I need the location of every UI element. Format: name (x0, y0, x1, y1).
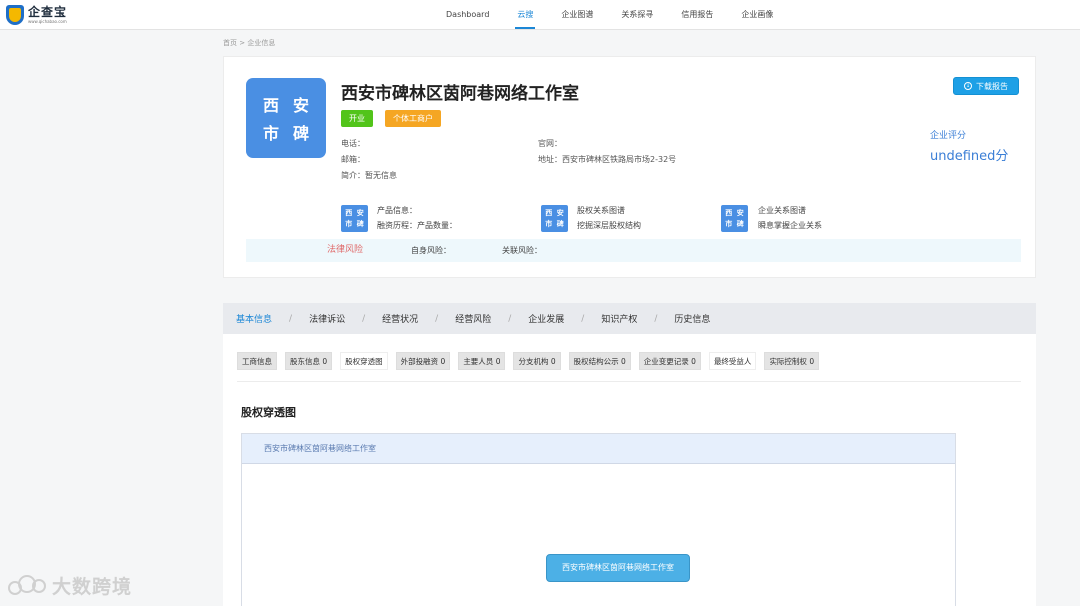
nav-cloud-search[interactable]: 云搜 (503, 0, 547, 30)
breadcrumb-home[interactable]: 首页 (223, 39, 237, 47)
equity-graph-avatar: 西安 市碑 (541, 205, 568, 232)
intro-value: 暂无信息 (365, 171, 397, 180)
nav-enterprise-profile[interactable]: 企业画像 (727, 0, 787, 30)
subtab-investments[interactable]: 外部投融资 0 (395, 352, 451, 370)
shield-logo-icon (6, 5, 24, 25)
contact-info: 电话： 邮箱： 简介：暂无信息 (341, 136, 397, 184)
diagram-header: 西安市碑林区茵阿巷网络工作室 (242, 434, 955, 464)
main-nav: Dashboard 云搜 企业图谱 关系探寻 信用报告 企业画像 (432, 0, 787, 30)
tab-development[interactable]: 企业发展 (528, 312, 564, 325)
divider (237, 381, 1021, 382)
section-title: 股权穿透图 (241, 406, 296, 419)
tab-basic-info[interactable]: 基本信息 (236, 312, 272, 325)
nav-relation-explore[interactable]: 关系探寻 (607, 0, 667, 30)
tab-operation-status[interactable]: 经营状况 (382, 312, 418, 325)
self-risk[interactable]: 自身风险： (411, 239, 451, 262)
subtab-change-records[interactable]: 企业变更记录 0 (638, 352, 701, 370)
subtab-key-personnel[interactable]: 主要人员 0 (458, 352, 506, 370)
type-badge: 个体工商户 (385, 110, 441, 127)
subtab-actual-control[interactable]: 实际控制权 0 (764, 352, 820, 370)
subtab-equity-structure[interactable]: 股权结构公示 0 (568, 352, 631, 370)
status-badge: 开业 (341, 110, 373, 127)
tab-history[interactable]: 历史信息 (674, 312, 710, 325)
web-info: 官网： 地址：西安市碑林区铁路局市场2-32号 (538, 136, 676, 168)
legal-risk-link[interactable]: 法律风险 (327, 239, 363, 262)
company-name: 西安市碑林区茵阿巷网络工作室 (341, 84, 579, 104)
top-navbar: 企查宝 www.qichabao.com Dashboard 云搜 企业图谱 关… (0, 0, 1080, 30)
subtab-equity-penetration[interactable]: 股权穿透图 (340, 352, 388, 370)
phone-label: 电话： (341, 139, 365, 148)
logo-name: 企查宝 (28, 5, 68, 19)
company-card: 西安 市碑 西安市碑林区茵阿巷网络工作室 开业 个体工商户 电话： 邮箱： 简介… (223, 56, 1036, 278)
relation-graph-avatar: 西安 市碑 (721, 205, 748, 232)
detail-section: 基本信息 / 法律诉讼 / 经营状况 / 经营风险 / 企业发展 / 知识产权 … (223, 303, 1036, 606)
nav-credit-report[interactable]: 信用报告 (667, 0, 727, 30)
logo[interactable]: 企查宝 www.qichabao.com (6, 5, 67, 25)
score-label: 企业评分 (930, 131, 967, 141)
tab-litigation[interactable]: 法律诉讼 (309, 312, 345, 325)
diagram-company-node[interactable]: 西安市碑林区茵阿巷网络工作室 (546, 554, 690, 582)
logo-url: www.qichabao.com (28, 19, 67, 24)
email-label: 邮箱： (341, 155, 365, 164)
relation-graph-card[interactable]: 企业关系图谱 瞬息掌握企业关系 (758, 203, 822, 233)
subtab-beneficiary[interactable]: 最终受益人 (708, 352, 757, 370)
watermark-logo-icon (8, 574, 48, 597)
product-card-avatar: 西安 市碑 (341, 205, 368, 232)
nav-dashboard[interactable]: Dashboard (432, 0, 503, 30)
watermark-text: 大数跨境 (52, 576, 133, 598)
subtab-shareholders[interactable]: 股东信息 0 (285, 352, 333, 370)
sub-tabs: 工商信息 股东信息 0 股权穿透图 外部投融资 0 主要人员 0 分支机构 0 … (237, 352, 820, 370)
download-report-button[interactable]: ↓ 下载报告 (953, 77, 1019, 95)
tab-ip[interactable]: 知识产权 (601, 312, 637, 325)
breadcrumb: 首页 > 企业信息 (223, 38, 275, 48)
main-tabs: 基本信息 / 法律诉讼 / 经营状况 / 经营风险 / 企业发展 / 知识产权 … (223, 303, 1036, 334)
address-value: 西安市碑林区铁路局市场2-32号 (562, 155, 677, 164)
company-avatar: 西安 市碑 (246, 78, 326, 158)
breadcrumb-separator: > (239, 39, 246, 47)
download-icon: ↓ (964, 82, 972, 90)
score-value: undefined分 (930, 149, 1009, 164)
equity-diagram: 西安市碑林区茵阿巷网络工作室 西安市碑林区茵阿巷网络工作室 (241, 433, 956, 606)
risk-bar: 法律风险 自身风险： 关联风险： (246, 239, 1021, 262)
breadcrumb-current: 企业信息 (247, 39, 276, 47)
watermark: 大数跨境 (8, 572, 132, 599)
equity-graph-card[interactable]: 股权关系图谱 挖掘深层股权结构 (577, 203, 641, 233)
product-card[interactable]: 产品信息： 融资历程：产品数量： (377, 203, 457, 233)
subtab-business-info[interactable]: 工商信息 (237, 352, 277, 370)
intro-label: 简介： (341, 171, 365, 180)
subtab-branches[interactable]: 分支机构 0 (513, 352, 561, 370)
address-label: 地址： (538, 155, 562, 164)
nav-enterprise-graph[interactable]: 企业图谱 (547, 0, 607, 30)
related-risk[interactable]: 关联风险： (502, 239, 542, 262)
website-label: 官网： (538, 139, 562, 148)
tab-operation-risk[interactable]: 经营风险 (455, 312, 491, 325)
